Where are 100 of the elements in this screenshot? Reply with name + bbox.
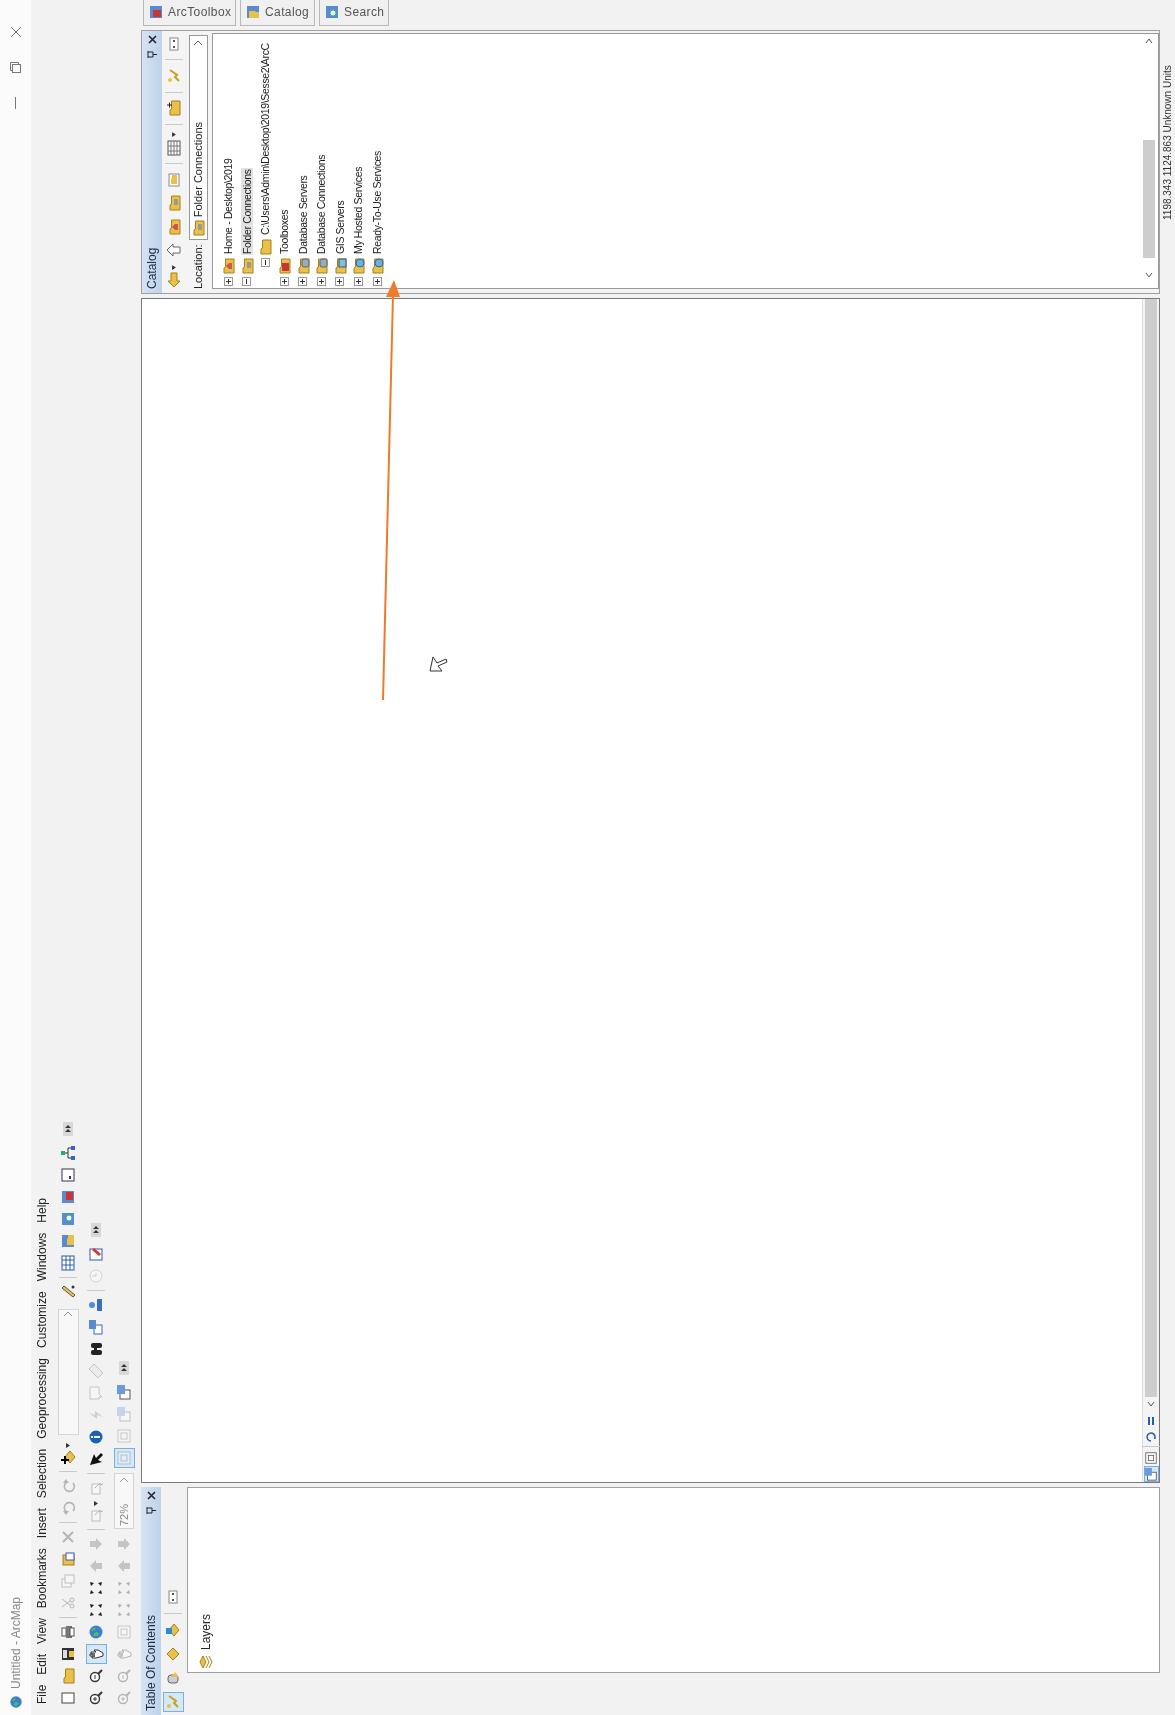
tree-item[interactable]: GIS Servers <box>333 199 346 255</box>
ruler-icon <box>88 1363 104 1379</box>
menu-item[interactable]: Geoprocessing <box>35 1353 49 1444</box>
delete-icon <box>60 1529 76 1545</box>
database-folder-icon <box>313 258 330 274</box>
folder-icon <box>166 195 182 212</box>
expand-box-icon[interactable] <box>372 277 382 286</box>
console-icon <box>60 1167 76 1183</box>
toolbar-grip-icon[interactable] <box>119 1361 129 1375</box>
pages-icon <box>116 1384 132 1400</box>
tree-item[interactable]: Ready-To-Use Services <box>371 150 384 255</box>
chevron-icon[interactable] <box>1144 270 1154 280</box>
panel-title: Catalog <box>145 247 159 289</box>
collapse-box-icon[interactable] <box>261 258 270 267</box>
scrollbar[interactable] <box>1144 299 1158 1409</box>
tree-item[interactable]: Toolboxes <box>278 208 291 255</box>
menu-item[interactable]: Insert <box>35 1503 49 1544</box>
folder-icon <box>60 1668 76 1684</box>
folder-window-icon <box>60 1233 76 1249</box>
tree-item[interactable]: Home - Desktop\2019 <box>222 157 235 255</box>
down-arrow-icon <box>116 1536 132 1552</box>
left-arrow-icon <box>166 272 182 289</box>
tree-item[interactable]: Database Connections <box>315 153 328 255</box>
folder-window-icon <box>245 4 262 20</box>
menu-item[interactable]: View <box>35 1613 49 1649</box>
expand-box-icon[interactable] <box>279 277 289 286</box>
toolbar-grip-icon[interactable] <box>63 1122 73 1136</box>
folder-icon <box>257 239 274 255</box>
tree-item[interactable]: My Hosted Services <box>352 165 365 255</box>
hand-icon <box>116 1646 132 1662</box>
caret-icon[interactable] <box>172 132 176 137</box>
toolbox-icon <box>60 1189 76 1205</box>
menu-item[interactable]: Bookmarks <box>35 1543 49 1614</box>
restore-icon[interactable] <box>10 62 21 73</box>
coordinates-readout: 1198.343 1124.863 Unknown Units <box>1162 65 1173 220</box>
toolbar-grip-icon[interactable] <box>91 1223 101 1237</box>
refresh-icon[interactable] <box>1145 1431 1157 1443</box>
side-tab[interactable]: Catalog <box>240 0 315 26</box>
chevron-icon[interactable] <box>1144 36 1154 46</box>
zoom-dropdown[interactable]: 72% <box>114 1473 134 1529</box>
chevron-icon[interactable] <box>1146 1399 1156 1409</box>
location-field[interactable]: Folder Connections <box>188 35 208 241</box>
close-icon[interactable] <box>147 35 157 44</box>
page-icon <box>116 1428 132 1444</box>
menu-item[interactable]: File <box>35 1679 49 1709</box>
menu-item[interactable]: Selection <box>35 1443 49 1504</box>
pause-icon[interactable] <box>1145 1415 1157 1427</box>
menu-item[interactable]: Windows <box>35 1227 49 1287</box>
clear-selection-icon <box>88 1480 104 1496</box>
location-label: Location: <box>192 244 204 289</box>
caret-icon[interactable] <box>94 1501 98 1506</box>
globe-icon <box>88 1624 104 1640</box>
xy-pin-icon <box>88 1297 104 1313</box>
arrows-out-icon <box>88 1580 104 1596</box>
options-icon <box>166 35 182 52</box>
pin-icon[interactable] <box>147 50 157 59</box>
toolbar-button[interactable] <box>85 1644 107 1664</box>
close-icon[interactable] <box>146 1491 156 1500</box>
options-icon <box>165 1589 181 1605</box>
tree-item[interactable]: C:\Users\Admin\Desktop\2019\Sesse2\ArcC <box>259 42 272 236</box>
plus-diamond-icon <box>60 1449 76 1465</box>
undo-icon <box>60 1500 76 1516</box>
layer-group[interactable]: Layers <box>199 1613 213 1650</box>
binoculars-icon <box>88 1341 104 1357</box>
tree-item[interactable]: Folder Connections <box>240 168 253 255</box>
minimize-icon[interactable] <box>14 97 17 109</box>
redo-icon <box>60 1478 76 1494</box>
caret-icon[interactable] <box>66 1443 70 1448</box>
menu-item[interactable]: Help <box>35 1192 49 1228</box>
pin-icon[interactable] <box>146 1506 156 1515</box>
diamond-icon <box>165 1646 181 1662</box>
tree-item[interactable]: Database Servers <box>296 174 309 255</box>
clipboard-icon <box>60 1551 76 1567</box>
panel-title: Table Of Contents <box>144 1614 158 1711</box>
side-tab[interactable]: ArcToolbox <box>143 0 237 26</box>
globe-folder-icon <box>369 258 386 274</box>
chevron-icon <box>193 39 203 47</box>
scrollbar[interactable] <box>1142 36 1156 280</box>
table-icon <box>60 1255 76 1271</box>
expand-box-icon[interactable] <box>223 277 233 286</box>
side-tab[interactable]: Search <box>318 0 389 26</box>
window-title: Untitled - ArcMap <box>8 1596 23 1689</box>
expand-box-icon[interactable] <box>298 277 308 286</box>
zoom-in-icon <box>116 1690 132 1706</box>
expand-box-icon[interactable] <box>353 277 363 286</box>
diamond-icon <box>165 1622 181 1638</box>
search-window-icon <box>323 4 340 20</box>
caret-icon[interactable] <box>172 264 176 270</box>
expand-box-icon[interactable] <box>316 277 326 286</box>
globe-folder-icon <box>350 258 367 274</box>
zoom-out-icon <box>88 1668 104 1684</box>
scissors-icon <box>60 1595 76 1611</box>
collapse-box-icon[interactable] <box>242 277 252 286</box>
menu-item[interactable]: Edit <box>35 1648 49 1680</box>
menu-item[interactable]: Customize <box>35 1286 49 1354</box>
expand-box-icon[interactable] <box>335 277 345 286</box>
view-button[interactable] <box>1143 1450 1159 1466</box>
speech-bubble-icon <box>88 1385 104 1401</box>
zoom-in-icon <box>88 1690 104 1706</box>
cursor-icon <box>429 656 448 672</box>
